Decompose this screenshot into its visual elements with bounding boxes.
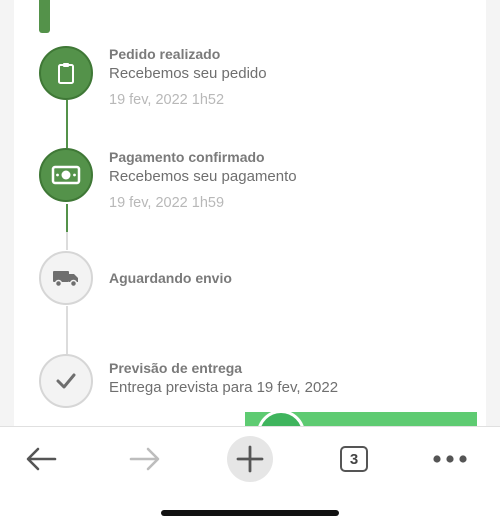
home-indicator[interactable] [161,510,339,516]
tabs-icon: 3 [340,446,368,472]
back-button[interactable] [17,435,65,483]
step-title: Previsão de entrega [109,360,243,376]
timeline-connector [66,306,68,354]
step-subtitle: Recebemos seu pagamento [109,168,297,185]
step-1-indicator [39,46,93,100]
step-date: 19 fev, 2022 1h59 [109,195,225,211]
step-4-text: Previsão de entrega Entrega prevista par… [109,359,338,399]
more-icon [433,455,467,463]
tabs-button[interactable]: 3 [330,435,378,483]
more-button[interactable] [426,435,474,483]
step-title: Aguardando envio [109,270,232,286]
step-4-indicator [39,354,93,408]
step-2-text: Pagamento confirmado Recebemos seu pagam… [109,148,297,214]
new-tab-button[interactable] [226,435,274,483]
step-subtitle: Entrega prevista para 19 fev, 2022 [109,379,339,396]
check-icon [56,373,76,389]
step-subtitle: Recebemos seu pedido [109,65,267,82]
back-arrow-icon [26,447,57,471]
timeline-connector [66,204,68,232]
forward-arrow-icon [129,447,160,471]
money-icon [51,165,81,185]
truck-icon [53,271,78,288]
timeline-connector [66,100,68,148]
step-3-text: Aguardando envio [109,269,232,287]
step-1-text: Pedido realizado Recebemos seu pedido 19… [109,45,267,111]
order-tracking-card: Pedido realizado Recebemos seu pedido 19… [14,0,486,426]
forward-button[interactable] [121,435,169,483]
step-date: 19 fev, 2022 1h52 [109,92,225,108]
step-2-indicator [39,148,93,202]
step-title: Pedido realizado [109,46,221,62]
tab-count-label: 3 [349,450,359,468]
step-3-indicator [39,251,93,305]
timeline-top-connector [39,0,50,33]
clipboard-icon [58,63,74,84]
timeline-connector [66,232,68,250]
new-tab-background [227,436,273,482]
step-title: Pagamento confirmado [109,149,265,165]
plus-icon [236,445,264,473]
